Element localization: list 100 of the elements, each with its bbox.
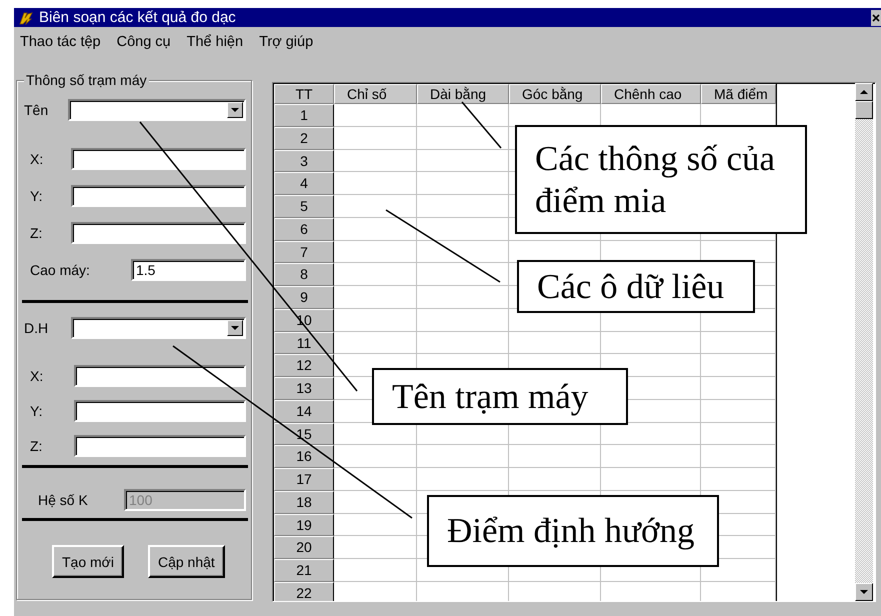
table-cell[interactable] (509, 468, 601, 491)
caret-up-icon (860, 90, 868, 94)
table-cell[interactable] (334, 490, 417, 514)
action-button[interactable]: Tạo mới (52, 545, 124, 578)
menu-item[interactable]: Trợ giúp (259, 34, 314, 50)
column-header[interactable]: TT (274, 84, 334, 104)
table-cell[interactable] (334, 514, 417, 536)
row-number: 7 (274, 240, 334, 264)
caret-down-icon (231, 108, 239, 112)
row-number: 2 (274, 126, 334, 150)
table-cell[interactable] (334, 308, 417, 332)
table-cell[interactable] (601, 445, 701, 468)
menu-item[interactable]: Công cụ (116, 34, 171, 50)
table-cell[interactable] (334, 218, 417, 240)
close-icon[interactable] (871, 10, 881, 26)
table-cell[interactable] (417, 263, 509, 286)
column-header[interactable]: Chỉ số (334, 84, 417, 104)
menu-item[interactable]: Thao tác tệp (20, 34, 101, 50)
table-cell[interactable] (334, 104, 417, 127)
input-field[interactable] (74, 364, 246, 386)
table-cell[interactable] (701, 400, 776, 422)
table-cell[interactable] (334, 559, 417, 582)
table-cell[interactable] (509, 332, 601, 354)
table-cell[interactable] (417, 195, 509, 218)
table-cell[interactable] (334, 172, 417, 195)
field-label: Cao máy: (29, 262, 91, 278)
table-cell[interactable] (334, 240, 417, 264)
table-cell[interactable] (417, 468, 509, 491)
table-cell[interactable] (417, 172, 509, 195)
row-number: 14 (274, 400, 334, 422)
table-cell[interactable] (334, 126, 417, 150)
table-cell[interactable] (334, 286, 417, 309)
table-cell[interactable] (417, 286, 509, 309)
table-cell[interactable] (417, 150, 509, 172)
table-cell[interactable] (417, 332, 509, 354)
column-header[interactable]: Dài bằng (417, 84, 509, 104)
table-cell[interactable] (334, 332, 417, 354)
column-header[interactable]: Góc bằng (509, 84, 601, 104)
row-number: 8 (274, 263, 334, 286)
table-cell[interactable] (601, 332, 701, 354)
row-number: 16 (274, 445, 334, 468)
field-label: Hệ số K (37, 492, 89, 508)
scroll-thumb[interactable] (855, 101, 873, 119)
combo-box[interactable] (71, 317, 246, 339)
table-cell[interactable] (417, 126, 509, 150)
scroll-down-button[interactable] (855, 583, 873, 601)
table-cell[interactable] (334, 263, 417, 286)
input-field[interactable] (71, 148, 246, 170)
row-number: 12 (274, 354, 334, 377)
callout-tooltip: Các ô dữ liêu (517, 260, 755, 313)
action-button[interactable]: Cập nhật (148, 545, 225, 578)
scroll-up-button[interactable] (855, 83, 873, 101)
row-number: 21 (274, 559, 334, 582)
table-cell[interactable] (334, 468, 417, 491)
field-label: Y: (29, 402, 44, 418)
row-number: 19 (274, 514, 334, 536)
table-cell[interactable] (334, 536, 417, 559)
row-number: 6 (274, 218, 334, 240)
callout-tooltip: Điểm định hướng (427, 495, 719, 567)
column-header[interactable]: Mã điểm (701, 84, 776, 104)
table-cell[interactable] (701, 468, 776, 491)
input-field[interactable] (71, 184, 246, 206)
combo-box[interactable] (68, 99, 246, 121)
table-cell[interactable] (417, 308, 509, 332)
table-cell[interactable] (701, 422, 776, 446)
table-cell[interactable] (417, 104, 509, 127)
dropdown-button[interactable] (227, 320, 243, 336)
table-cell[interactable] (417, 445, 509, 468)
column-header[interactable]: Chênh cao (601, 84, 701, 104)
input-field[interactable]: 1.5 (131, 258, 246, 280)
row-number: 18 (274, 490, 334, 514)
callout-tooltip: Các thông số của điểm mia (515, 125, 807, 234)
table-cell[interactable] (601, 468, 701, 491)
row-number: 1 (274, 104, 334, 127)
group-legend: Thông số trạm máy (24, 73, 149, 87)
table-cell[interactable] (701, 354, 776, 377)
table-cell[interactable] (334, 195, 417, 218)
table-cell[interactable] (417, 218, 509, 240)
table-cell[interactable] (701, 445, 776, 468)
window-title: Biên soạn các kết quả đo dạc (39, 9, 236, 26)
table-cell[interactable] (334, 150, 417, 172)
table-cell[interactable] (417, 240, 509, 264)
input-field[interactable] (74, 434, 246, 456)
row-number: 9 (274, 286, 334, 309)
table-cell[interactable] (701, 377, 776, 400)
table-cell[interactable] (509, 445, 601, 468)
table-cell[interactable] (334, 445, 417, 468)
menu-item[interactable]: Thể hiện (186, 34, 244, 50)
caret-down-icon (231, 326, 239, 330)
scrollbar[interactable] (855, 83, 873, 601)
callout-tooltip: Tên trạm máy (372, 368, 628, 425)
row-number: 17 (274, 468, 334, 491)
input-field[interactable] (71, 222, 246, 244)
row-number: 11 (274, 332, 334, 354)
input-field[interactable] (74, 400, 246, 422)
row-number: 4 (274, 172, 334, 195)
table-cell[interactable] (701, 332, 776, 354)
field-label: Z: (29, 224, 44, 240)
dropdown-button[interactable] (227, 102, 243, 118)
row-number: 3 (274, 150, 334, 172)
